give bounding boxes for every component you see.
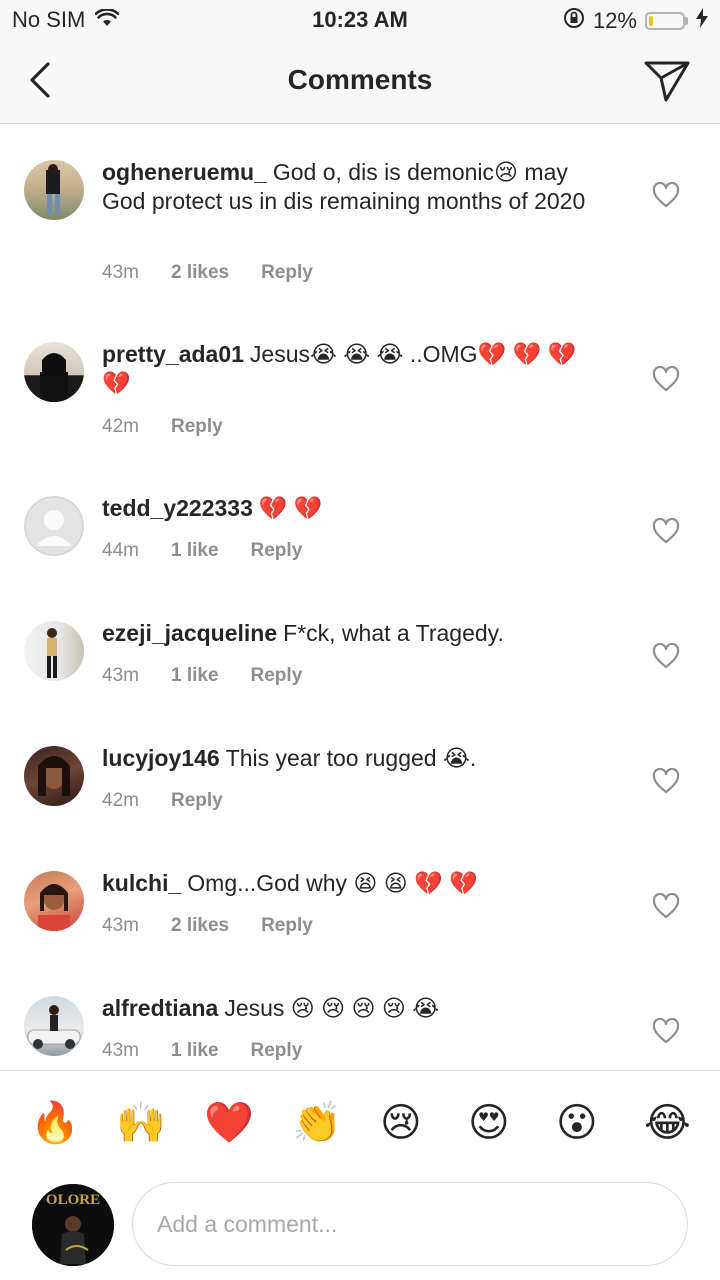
comment-body: 💔 💔 bbox=[258, 495, 323, 521]
comment-username[interactable]: pretty_ada01 bbox=[102, 341, 244, 367]
page-title: Comments bbox=[287, 64, 433, 95]
heart-eyes-emoji-button[interactable]: 😍 bbox=[468, 1099, 510, 1147]
reply-button[interactable]: Reply bbox=[171, 416, 223, 438]
battery-fill bbox=[649, 16, 653, 26]
comment-likes[interactable]: 1 like bbox=[171, 1040, 219, 1062]
comment-text: lucyjoy146 This year too rugged 😭. bbox=[102, 744, 602, 773]
avatar[interactable] bbox=[24, 996, 84, 1056]
like-heart-icon[interactable] bbox=[652, 181, 680, 210]
reply-button[interactable]: Reply bbox=[261, 262, 313, 284]
emoji-reaction-bar: 🔥 🙌 ❤️ 👏 😢 😍 😮 😂 bbox=[0, 1070, 720, 1174]
paper-plane-icon bbox=[644, 61, 690, 102]
comment-meta: 43m 2 likes Reply bbox=[102, 262, 313, 284]
comment-body: This year too rugged 😭. bbox=[225, 745, 477, 771]
reply-button[interactable]: Reply bbox=[251, 665, 303, 687]
charging-bolt-icon bbox=[696, 8, 708, 34]
comment-username[interactable]: ogheneruemu_ bbox=[102, 159, 267, 185]
comment-username[interactable]: tedd_y222333 bbox=[102, 495, 253, 521]
comment-username[interactable]: lucyjoy146 bbox=[102, 745, 220, 771]
reply-button[interactable]: Reply bbox=[251, 540, 303, 562]
avatar[interactable] bbox=[24, 342, 84, 402]
battery-icon bbox=[645, 12, 688, 30]
comment-username[interactable]: kulchi_ bbox=[102, 870, 181, 896]
like-heart-icon[interactable] bbox=[652, 642, 680, 671]
comment-text: ogheneruemu_ God o, dis is demonic😢 may G… bbox=[102, 158, 602, 216]
comment-body: F*ck, what a Tragedy. bbox=[283, 620, 504, 646]
battery-percent: 12% bbox=[592, 8, 637, 33]
like-heart-icon[interactable] bbox=[652, 1017, 680, 1046]
comment-time: 42m bbox=[102, 790, 139, 811]
comment-list[interactable]: ogheneruemu_ God o, dis is demonic😢 may G… bbox=[0, 124, 720, 1070]
comment-likes[interactable]: 2 likes bbox=[171, 915, 229, 937]
clapping-hands-emoji-button[interactable]: 👏 bbox=[292, 1099, 342, 1147]
comment-time: 43m bbox=[102, 262, 139, 283]
share-button[interactable] bbox=[642, 56, 692, 106]
avatar[interactable] bbox=[24, 871, 84, 931]
like-heart-icon[interactable] bbox=[652, 767, 680, 796]
comment-text: pretty_ada01 Jesus😭 😭 😭 ..OMG💔 💔 💔 💔 bbox=[102, 340, 602, 398]
comment-meta: 42m Reply bbox=[102, 790, 223, 812]
comment-meta: 42m Reply bbox=[102, 416, 223, 438]
comment-meta: 43m 2 likes Reply bbox=[102, 915, 313, 937]
comment-body: Omg...God why 😫 😫 💔 💔 bbox=[187, 870, 478, 896]
comment-meta: 43m 1 like Reply bbox=[102, 665, 302, 687]
comment-username[interactable]: ezeji_jacqueline bbox=[102, 620, 277, 646]
comment-likes[interactable]: 2 likes bbox=[171, 262, 229, 284]
comment-likes[interactable]: 1 like bbox=[171, 540, 219, 562]
comment-meta: 44m 1 like Reply bbox=[102, 540, 302, 562]
comment-text: tedd_y222333 💔 💔 bbox=[102, 494, 602, 523]
fire-emoji-button[interactable]: 🔥 bbox=[30, 1099, 80, 1147]
red-heart-emoji-button[interactable]: ❤️ bbox=[204, 1099, 254, 1147]
comment-time: 43m bbox=[102, 915, 139, 936]
like-heart-icon[interactable] bbox=[652, 892, 680, 921]
status-right: 12% bbox=[563, 7, 708, 35]
comment-username[interactable]: alfredtiana bbox=[102, 995, 218, 1021]
comment-body: Jesus 😢 😢 😢 😢 😭 bbox=[224, 995, 440, 1021]
comment-time: 42m bbox=[102, 416, 139, 437]
comment-likes[interactable]: 1 like bbox=[171, 665, 219, 687]
avatar[interactable] bbox=[24, 160, 84, 220]
comment-text: ezeji_jacqueline F*ck, what a Tragedy. bbox=[102, 619, 602, 648]
tears-of-joy-emoji-button[interactable]: 😂 bbox=[644, 1099, 691, 1147]
navigation-bar: Comments bbox=[0, 40, 720, 124]
status-bar: No SIM 10:23 AM 12% bbox=[0, 0, 720, 40]
raised-hands-emoji-button[interactable]: 🙌 bbox=[116, 1099, 166, 1147]
reply-button[interactable]: Reply bbox=[171, 790, 223, 812]
avatar-logo-text: OLORE bbox=[46, 1192, 100, 1208]
like-heart-icon[interactable] bbox=[652, 517, 680, 546]
comment-input[interactable] bbox=[132, 1182, 688, 1266]
comment-time: 44m bbox=[102, 540, 139, 561]
avatar[interactable] bbox=[24, 746, 84, 806]
battery-nub bbox=[685, 17, 688, 25]
comment-time: 43m bbox=[102, 1040, 139, 1061]
my-avatar[interactable]: OLORE bbox=[32, 1184, 114, 1266]
reply-button[interactable]: Reply bbox=[261, 915, 313, 937]
astonished-face-emoji-button[interactable]: 😮 bbox=[556, 1099, 598, 1147]
battery-body bbox=[645, 12, 685, 30]
comment-text: kulchi_ Omg...God why 😫 😫 💔 💔 bbox=[102, 869, 602, 898]
crying-face-emoji-button[interactable]: 😢 bbox=[380, 1099, 422, 1147]
comment-time: 43m bbox=[102, 665, 139, 686]
comment-text: alfredtiana Jesus 😢 😢 😢 😢 😭 bbox=[102, 994, 602, 1023]
comment-meta: 43m 1 like Reply bbox=[102, 1040, 302, 1062]
avatar[interactable] bbox=[24, 496, 84, 556]
comment-composer: OLORE bbox=[0, 1174, 720, 1280]
like-heart-icon[interactable] bbox=[652, 365, 680, 394]
avatar[interactable] bbox=[24, 621, 84, 681]
orientation-lock-icon bbox=[563, 7, 585, 35]
reply-button[interactable]: Reply bbox=[251, 1040, 303, 1062]
